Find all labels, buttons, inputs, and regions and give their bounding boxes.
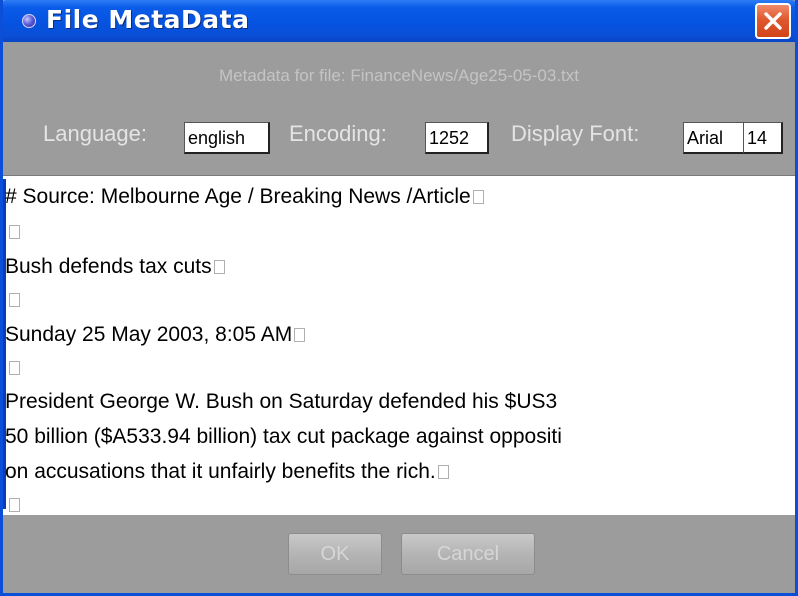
line-break-glyph <box>9 361 20 375</box>
close-button[interactable] <box>755 3 791 39</box>
file-metadata-dialog: File MetaData Metadata for file: Finance… <box>0 0 798 596</box>
line-break-glyph <box>9 293 20 307</box>
encoding-label: Encoding: <box>289 121 387 146</box>
cancel-button[interactable]: Cancel <box>401 533 535 575</box>
dialog-title: File MetaData <box>46 5 250 34</box>
font-name-field[interactable]: Arial <box>683 122 745 154</box>
font-size-field[interactable]: 14 <box>743 122 783 154</box>
content-line: Bush defends tax cuts <box>5 255 225 279</box>
close-icon <box>764 12 782 30</box>
content-line: President George W. Bush on Saturday def… <box>5 390 558 413</box>
content-line: 50 billion ($A533.94 billion) tax cut pa… <box>5 425 562 448</box>
line-break-glyph <box>213 260 225 274</box>
line-break-glyph <box>9 225 20 239</box>
circle-dot-icon <box>22 14 36 28</box>
line-break-glyph <box>9 498 20 512</box>
file-content-text-area[interactable]: # Source: Melbourne Age / Breaking News … <box>3 175 795 515</box>
file-path-caption: Metadata for file: FinanceNews/Age25-05-… <box>218 66 580 85</box>
content-line: on accusations that it unfairly benefits… <box>5 460 449 484</box>
language-label: Language: <box>43 121 147 146</box>
line-break-glyph <box>437 465 449 479</box>
content-line: # Source: Melbourne Age / Breaking News … <box>5 185 484 209</box>
language-field[interactable]: english <box>184 122 270 154</box>
line-break-glyph <box>294 328 306 342</box>
title-bar[interactable]: File MetaData <box>3 0 795 42</box>
encoding-field[interactable]: 1252 <box>425 122 489 154</box>
ok-button[interactable]: OK <box>288 533 382 575</box>
display-font-label: Display Font: <box>511 121 640 146</box>
line-break-glyph <box>472 190 484 204</box>
content-line: Sunday 25 May 2003, 8:05 AM <box>5 323 306 347</box>
